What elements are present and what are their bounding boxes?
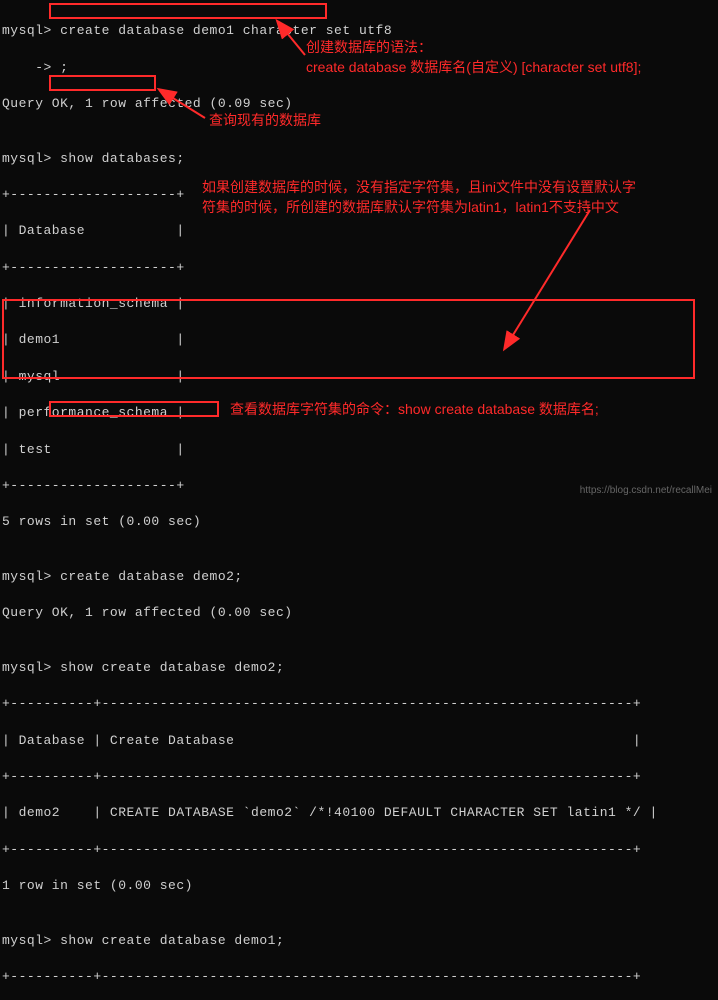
- term-line: | Database |: [2, 222, 716, 240]
- term-line: 5 rows in set (0.00 sec): [2, 513, 716, 531]
- term-line: | test |: [2, 441, 716, 459]
- term-line: Query OK, 1 row affected (0.09 sec): [2, 95, 716, 113]
- term-line: +--------------------+: [2, 259, 716, 277]
- highlight-box-create-database: [49, 3, 327, 19]
- annotation-query-databases: 查询现有的数据库: [209, 111, 321, 131]
- term-line: +----------+----------------------------…: [2, 841, 716, 859]
- highlight-box-result-table: [2, 299, 695, 379]
- term-line: 1 row in set (0.00 sec): [2, 877, 716, 895]
- annotation-latin1-line1: 如果创建数据库的时候，没有指定字符集，且ini文件中没有设置默认字: [202, 178, 636, 198]
- term-line: Query OK, 1 row affected (0.00 sec): [2, 604, 716, 622]
- term-line: mysql> show create database demo1;: [2, 932, 716, 950]
- term-line: +----------+----------------------------…: [2, 768, 716, 786]
- term-line: | Database | Create Database |: [2, 732, 716, 750]
- mysql-terminal-output: mysql> create database demo1 character s…: [0, 0, 718, 1000]
- highlight-box-show-create-database: [49, 401, 219, 417]
- term-line: | demo2 | CREATE DATABASE `demo2` /*!401…: [2, 804, 716, 822]
- watermark-text: https://blog.csdn.net/recallMei: [580, 485, 712, 496]
- annotation-create-syntax-line1: 创建数据库的语法：: [306, 38, 432, 58]
- highlight-box-show-databases: [49, 75, 156, 91]
- term-line: mysql> create database demo2;: [2, 568, 716, 586]
- annotation-show-charset: 查看数据库字符集的命令：show create database 数据库名;: [230, 400, 599, 420]
- term-line: +----------+----------------------------…: [2, 695, 716, 713]
- term-line: +----------+----------------------------…: [2, 968, 716, 986]
- term-line: mysql> show create database demo2;: [2, 659, 716, 677]
- annotation-create-syntax-line2: create database 数据库名(自定义) [character set…: [306, 58, 641, 78]
- term-line: mysql> show databases;: [2, 150, 716, 168]
- annotation-latin1-line2: 符集的时候，所创建的数据库默认字符集为latin1，latin1不支持中文: [202, 198, 619, 218]
